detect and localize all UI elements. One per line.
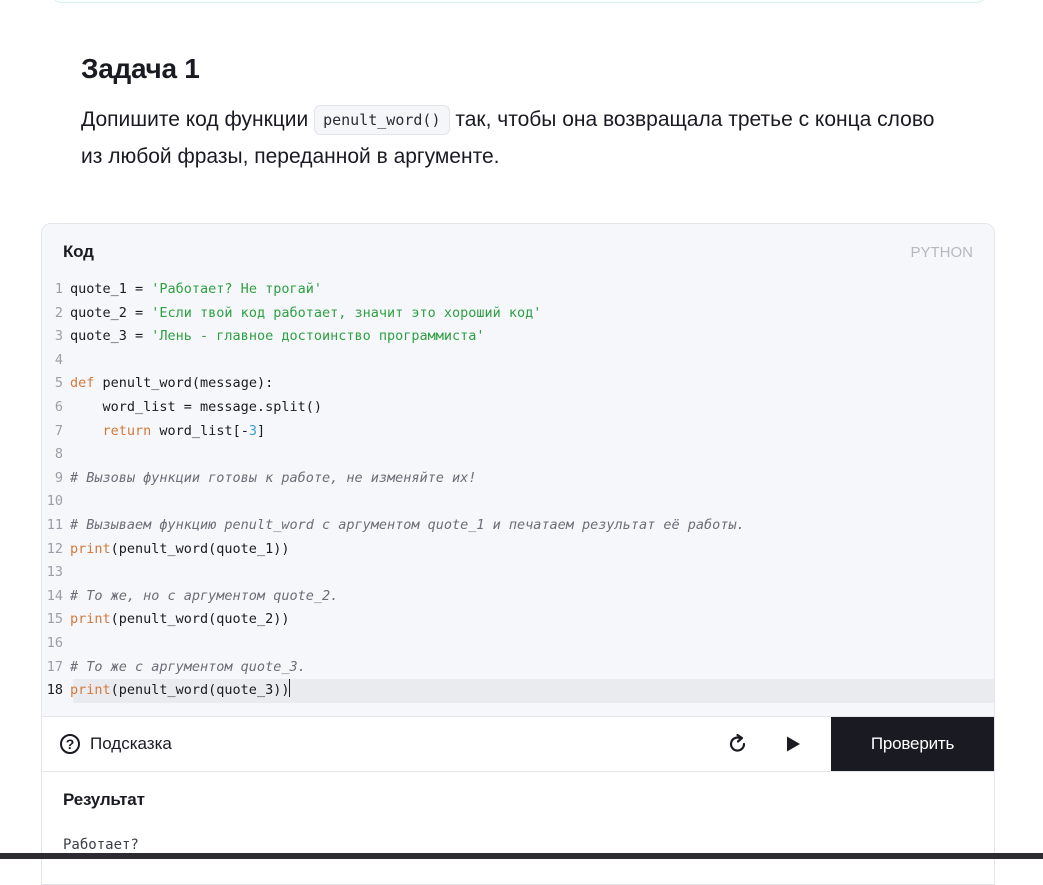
code-line[interactable]: 10 xyxy=(42,490,994,514)
check-button[interactable]: Проверить xyxy=(831,717,994,771)
code-string: 'Если твой код работает, значит это хоро… xyxy=(151,304,542,321)
line-number: 9 xyxy=(54,469,63,486)
language-badge: PYTHON xyxy=(910,244,973,261)
reset-code-button[interactable] xyxy=(725,731,751,757)
line-number: 8 xyxy=(54,446,63,463)
line-number: 5 xyxy=(54,375,63,392)
hint-label: Подсказка xyxy=(90,734,172,753)
inline-code-function: penult_word() xyxy=(314,105,450,135)
code-line[interactable]: 12 print(penult_word(quote_1)) xyxy=(42,538,994,562)
code-line[interactable]: 9 # Вызовы функции готовы к работе, не из… xyxy=(42,467,994,491)
code-line[interactable]: 4 xyxy=(42,349,994,373)
code-keyword: print xyxy=(70,682,111,699)
code-comment: # Вызываем функцию penult_word с аргумен… xyxy=(70,516,745,533)
editor-toolbar: ? Подсказка Проверить xyxy=(42,716,994,772)
code-text: (penult_word(quote_1)) xyxy=(110,540,290,557)
code-keyword: print xyxy=(70,540,111,557)
code-text: quote_1 = xyxy=(70,281,152,297)
play-icon xyxy=(787,736,800,752)
code-string: 'Лень - главное достоинство программиста… xyxy=(151,328,485,345)
editor-label: Код xyxy=(63,242,94,261)
line-number: 7 xyxy=(54,422,63,439)
task-description: Допишите код функции penult_word() так, … xyxy=(81,101,961,175)
code-line[interactable]: 2 quote_2 = 'Если твой код работает, знач… xyxy=(42,302,994,326)
line-number: 13 xyxy=(46,564,63,581)
code-editor: Код PYTHON 1 quote_1 = 'Работает? Не трог… xyxy=(41,223,995,885)
line-number: 10 xyxy=(46,493,63,510)
code-line[interactable]: 1 quote_1 = 'Работает? Не трогай' xyxy=(42,278,994,302)
line-number: 3 xyxy=(54,328,63,345)
code-keyword: return xyxy=(102,422,152,439)
code-text: word_list = message.split() xyxy=(70,398,322,415)
line-number: 2 xyxy=(54,304,63,321)
code-line[interactable]: 6 word_list = message.split() xyxy=(42,396,994,420)
code-line[interactable]: 11 # Вызываем функцию penult_word с аргум… xyxy=(42,514,994,538)
line-number: 11 xyxy=(46,516,63,533)
code-comment: # Вызовы функции готовы к работе, не изм… xyxy=(70,469,477,486)
code-keyword: print xyxy=(70,611,111,628)
line-number: 14 xyxy=(46,587,63,604)
code-text: word_list[- xyxy=(151,422,249,439)
editor-header: Код PYTHON xyxy=(42,224,994,278)
code-number: 3 xyxy=(248,422,257,439)
result-label: Результат xyxy=(63,790,145,809)
code-text: ] xyxy=(256,422,266,439)
code-string: 'Работает? Не трогай' xyxy=(151,281,322,297)
code-line[interactable]: 5 def penult_word(message): xyxy=(42,372,994,396)
code-text: (penult_word(quote_3)) xyxy=(110,682,290,699)
code-comment: # То же, но с аргументом quote_2. xyxy=(70,587,339,604)
code-text: (penult_word(quote_2)) xyxy=(110,611,290,628)
line-number: 15 xyxy=(46,611,63,628)
run-code-button[interactable] xyxy=(780,731,806,757)
line-number: 18 xyxy=(46,682,63,699)
code-line[interactable]: 16 xyxy=(42,632,994,656)
line-number: 4 xyxy=(54,351,63,368)
line-number: 16 xyxy=(46,634,63,651)
code-line[interactable]: 17 # То же с аргументом quote_3. xyxy=(42,656,994,680)
previous-card-edge xyxy=(50,0,988,3)
code-comment: # То же с аргументом quote_3. xyxy=(70,658,306,675)
code-keyword: def xyxy=(70,375,95,392)
code-text: penult_word(message): xyxy=(94,375,274,392)
line-number: 1 xyxy=(54,281,63,297)
reset-icon xyxy=(729,733,746,752)
line-number: 17 xyxy=(46,658,63,675)
line-number: 6 xyxy=(54,398,63,415)
code-line-active[interactable]: 18 print(penult_word(quote_3)) xyxy=(47,679,994,703)
hint-button[interactable]: ? Подсказка xyxy=(60,731,172,757)
code-line[interactable]: 14 # То же, но с аргументом quote_2. xyxy=(42,585,994,609)
code-area[interactable]: 1 quote_1 = 'Работает? Не трогай' 2 quote_… xyxy=(42,278,994,716)
code-text: quote_3 = xyxy=(70,328,152,345)
code-line[interactable]: 15 print(penult_word(quote_2)) xyxy=(42,608,994,632)
text-cursor xyxy=(289,679,291,698)
task-text-before: Допишите код функции xyxy=(81,108,315,131)
code-text: quote_2 = xyxy=(70,304,152,321)
result-output: Работает? xyxy=(63,837,139,853)
line-number: 12 xyxy=(46,540,63,557)
code-line[interactable]: 8 xyxy=(42,443,994,467)
code-line[interactable]: 13 xyxy=(42,561,994,585)
code-line[interactable]: 3 quote_3 = 'Лень - главное достоинство п… xyxy=(42,325,994,349)
question-circle-icon: ? xyxy=(60,734,80,754)
code-line[interactable]: 7 return word_list[-3] xyxy=(42,420,994,444)
bottom-bar xyxy=(0,853,1043,859)
task-title: Задача 1 xyxy=(81,53,200,84)
